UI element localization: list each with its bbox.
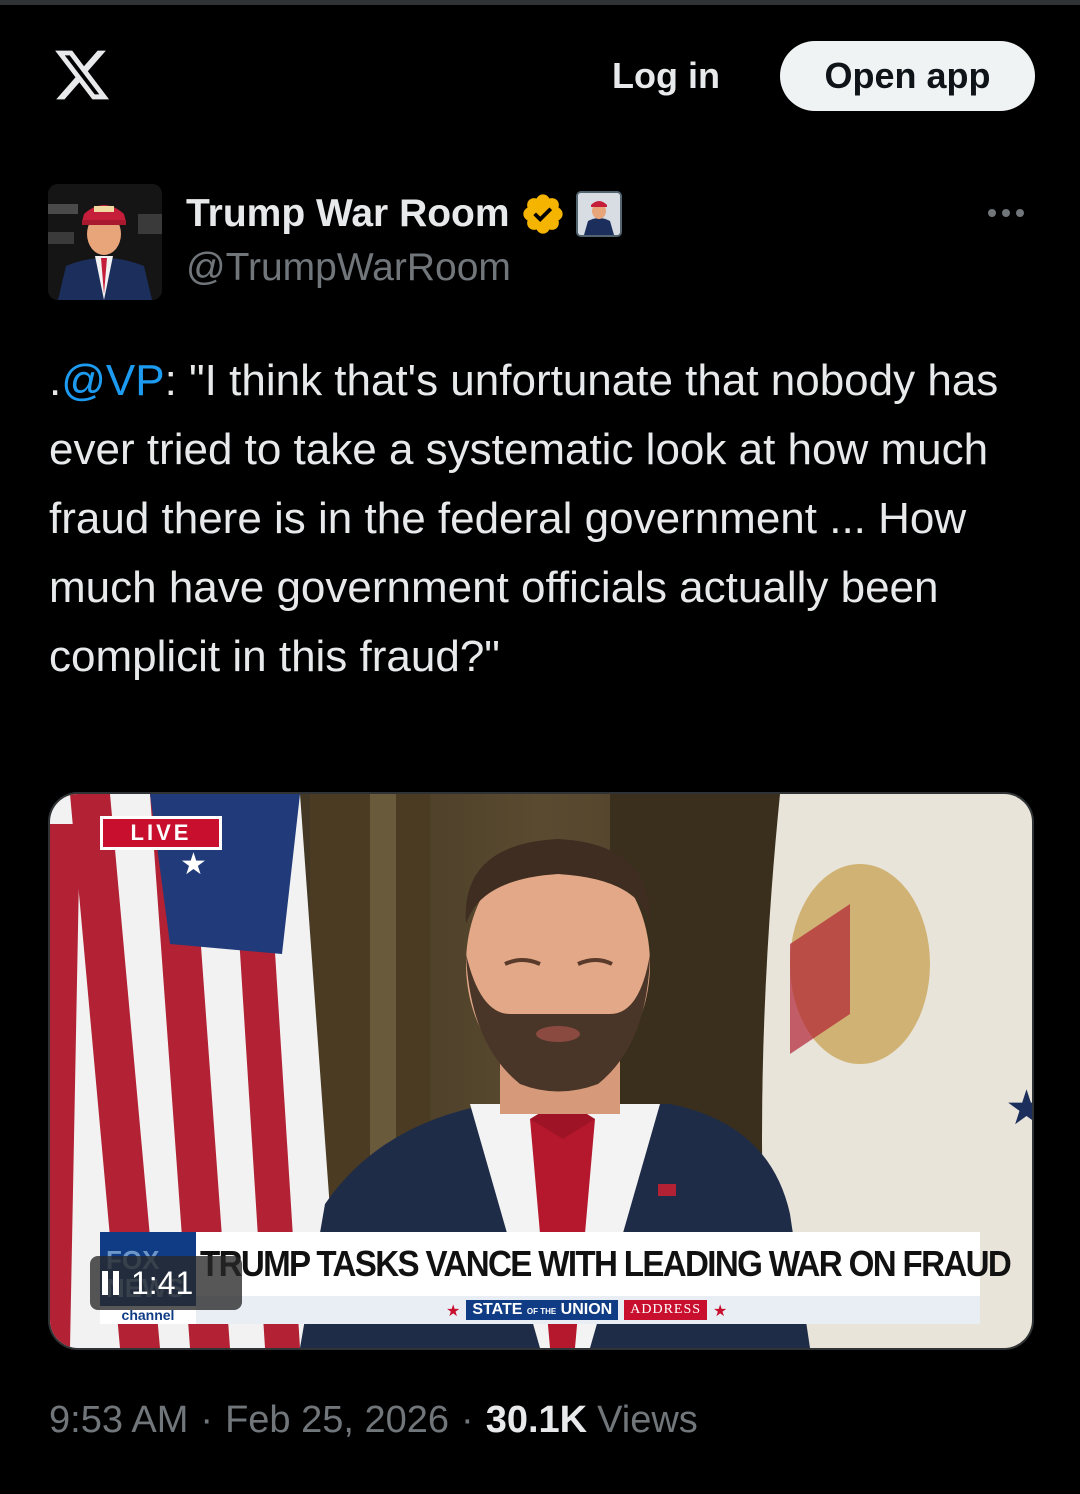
author-name-row[interactable]: Trump War Room — [186, 188, 622, 240]
chyron-banner: ★ STATE OF THE UNION ADDRESS ★ — [196, 1296, 980, 1324]
news-chyron: TRUMP TASKS VANCE WITH LEADING WAR ON FR… — [196, 1232, 1012, 1296]
live-badge: LIVE — [100, 816, 222, 850]
mention-link[interactable]: @VP — [61, 356, 164, 405]
video-player[interactable]: ★ ★ LIVE FOX NEWS channel TRUMP TASKS VA… — [48, 792, 1034, 1350]
tweet-body: : "I think that's unfortunate that nobod… — [49, 356, 999, 681]
more-options-icon[interactable] — [982, 196, 1030, 230]
verified-badge-icon — [522, 194, 563, 234]
login-link[interactable]: Log in — [596, 48, 736, 104]
views-count: 30.1K — [485, 1398, 588, 1441]
avatar[interactable] — [48, 184, 162, 300]
star-icon: ★ — [713, 1300, 728, 1320]
banner-address: ADDRESS — [624, 1300, 708, 1320]
banner-state-of-union: STATE OF THE UNION — [466, 1300, 619, 1320]
views-label: Views — [597, 1398, 698, 1441]
tweet-prefix: . — [49, 356, 62, 405]
svg-text:★: ★ — [1005, 1080, 1032, 1136]
affiliate-badge-icon[interactable] — [575, 191, 622, 237]
svg-text:★: ★ — [180, 847, 207, 882]
separator: · — [200, 1398, 214, 1441]
pause-icon[interactable] — [102, 1271, 119, 1295]
top-divider — [0, 0, 1080, 5]
tweet-meta: 9:53 AM · Feb 25, 2026 · 30.1K Views — [49, 1392, 698, 1448]
author-display-name[interactable]: Trump War Room — [186, 192, 510, 236]
author-handle[interactable]: @TrumpWarRoom — [186, 246, 511, 290]
video-duration: 1:41 — [131, 1264, 194, 1301]
x-logo-icon[interactable] — [52, 44, 112, 106]
chyron-headline: TRUMP TASKS VANCE WITH LEADING WAR ON FR… — [200, 1243, 1012, 1284]
video-timer-control[interactable]: 1:41 — [90, 1256, 242, 1310]
tweet-date[interactable]: Feb 25, 2026 — [225, 1399, 449, 1442]
separator: · — [461, 1398, 474, 1441]
tweet-time[interactable]: 9:53 AM — [49, 1399, 188, 1442]
open-app-button[interactable]: Open app — [780, 41, 1035, 111]
tweet-text: .@VP: "I think that's unfortunate that n… — [49, 346, 1049, 691]
star-icon: ★ — [446, 1300, 461, 1320]
